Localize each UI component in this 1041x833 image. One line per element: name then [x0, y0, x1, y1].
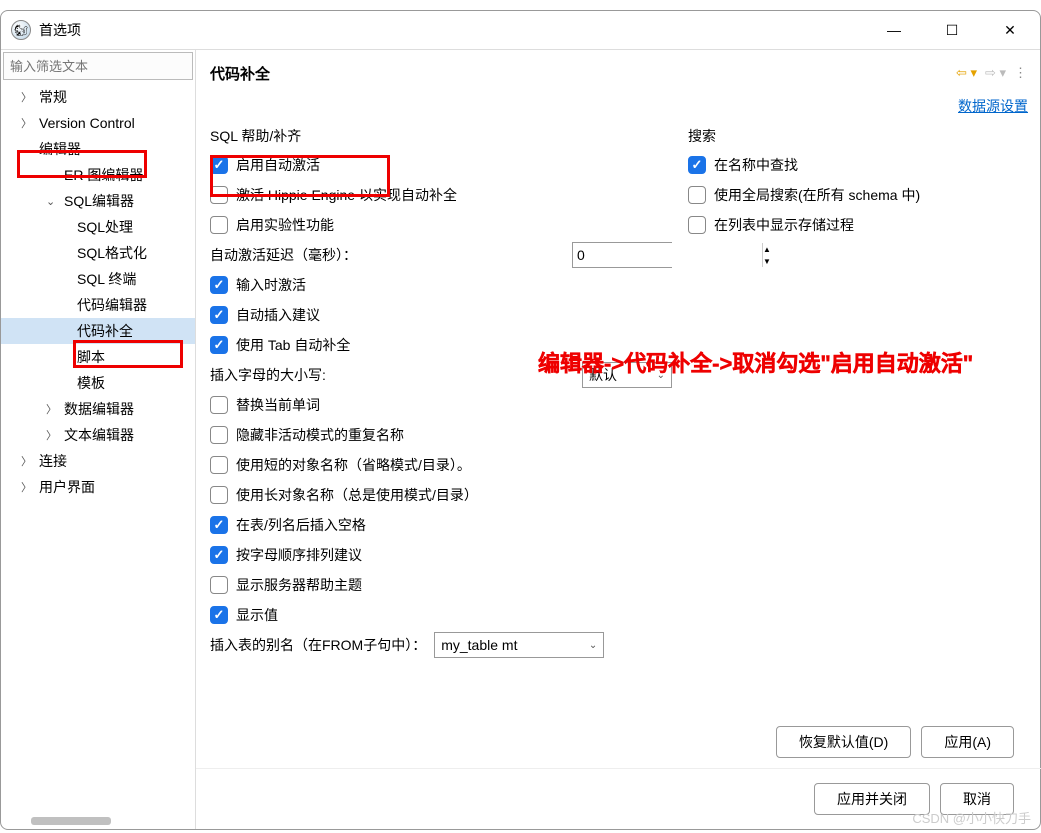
delay-input[interactable]: ▲▼: [572, 242, 672, 268]
case-select[interactable]: 默认⌄: [582, 362, 672, 388]
datasource-link[interactable]: 数据源设置: [958, 98, 1028, 114]
chk-typing[interactable]: [210, 276, 228, 294]
main-panel: 代码补全 ⇦ ▾ ⇨ ▾ ⋮ 数据源设置 SQL 帮助/补齐 启用自动激活 激活…: [196, 50, 1040, 829]
lbl-case: 插入字母的大小写:: [210, 365, 574, 385]
preferences-window: 🐿 首选项 — ☐ ✕ 〉常规 〉Version Control ⌄编辑器 ER…: [0, 10, 1041, 830]
titlebar: 🐿 首选项 — ☐ ✕: [1, 11, 1040, 49]
tree-script[interactable]: 脚本: [1, 344, 195, 370]
chk-search-global[interactable]: [688, 186, 706, 204]
chk-enable-auto[interactable]: [210, 156, 228, 174]
alias-select[interactable]: my_table mt⌄: [434, 632, 604, 658]
watermark: CSDN @小小快刀手: [912, 808, 1031, 827]
lbl-alias: 插入表的别名（在FROM子句中）：: [210, 635, 426, 655]
tree-code-editor[interactable]: 代码编辑器: [1, 292, 195, 318]
sidebar: 〉常规 〉Version Control ⌄编辑器 ER 图编辑器 ⌄SQL编辑…: [1, 50, 196, 829]
tree-ui[interactable]: 〉用户界面: [1, 474, 195, 500]
chk-hippie[interactable]: [210, 186, 228, 204]
chk-replace[interactable]: [210, 396, 228, 414]
apply-button[interactable]: 应用(A): [921, 726, 1014, 758]
chk-experimental[interactable]: [210, 216, 228, 234]
tree-code-complete[interactable]: 代码补全: [1, 318, 195, 344]
chk-server[interactable]: [210, 576, 228, 594]
tree-version-control[interactable]: 〉Version Control: [1, 110, 195, 136]
tree-data-editor[interactable]: 〉数据编辑器: [1, 396, 195, 422]
tree-template[interactable]: 模板: [1, 370, 195, 396]
tree-editor[interactable]: ⌄编辑器: [1, 136, 195, 162]
tree-sql-process[interactable]: SQL处理: [1, 214, 195, 240]
tree-text-editor[interactable]: 〉文本编辑器: [1, 422, 195, 448]
window-controls: — ☐ ✕: [874, 15, 1030, 45]
tree-er[interactable]: ER 图编辑器: [1, 162, 195, 188]
dialog-buttons: 应用并关闭 取消: [210, 773, 1028, 821]
tree-general[interactable]: 〉常规: [1, 84, 195, 110]
chk-search-proc[interactable]: [688, 216, 706, 234]
chevron-down-icon: ⌄: [589, 640, 597, 651]
tree-connection[interactable]: 〉连接: [1, 448, 195, 474]
scrollbar-thumb[interactable]: [31, 817, 111, 825]
filter-input[interactable]: [3, 52, 193, 80]
maximize-button[interactable]: ☐: [932, 15, 972, 45]
app-icon: 🐿: [11, 20, 31, 40]
chk-short[interactable]: [210, 456, 228, 474]
nav-tree: 〉常规 〉Version Control ⌄编辑器 ER 图编辑器 ⌄SQL编辑…: [1, 82, 195, 813]
section-sql: SQL 帮助/补齐: [210, 126, 672, 146]
chk-search-name[interactable]: [688, 156, 706, 174]
page-title: 代码补全: [210, 63, 270, 84]
restore-button[interactable]: 恢复默认值(D): [776, 726, 911, 758]
chk-use-tab[interactable]: [210, 336, 228, 354]
close-button[interactable]: ✕: [990, 15, 1030, 45]
left-column: SQL 帮助/补齐 启用自动激活 激活 Hippie Engine 以实现自动补…: [210, 122, 672, 716]
chk-auto-insert[interactable]: [210, 306, 228, 324]
lbl-delay: 自动激活延迟（毫秒）：: [210, 245, 564, 265]
chk-hide-dup[interactable]: [210, 426, 228, 444]
tree-sql-format[interactable]: SQL格式化: [1, 240, 195, 266]
chk-long[interactable]: [210, 486, 228, 504]
nav-back-icon[interactable]: ⇦ ▾: [956, 65, 977, 81]
tree-sql-editor[interactable]: ⌄SQL编辑器: [1, 188, 195, 214]
nav-forward-icon[interactable]: ⇨ ▾: [985, 65, 1006, 81]
minimize-button[interactable]: —: [874, 15, 914, 45]
chk-sort[interactable]: [210, 546, 228, 564]
settings-buttons: 恢复默认值(D) 应用(A): [210, 716, 1028, 764]
tree-sql-terminal[interactable]: SQL 终端: [1, 266, 195, 292]
right-column: 搜索 在名称中查找 使用全局搜索(在所有 schema 中) 在列表中显示存储过…: [688, 122, 1028, 716]
chevron-down-icon: ⌄: [657, 370, 665, 381]
body: 〉常规 〉Version Control ⌄编辑器 ER 图编辑器 ⌄SQL编辑…: [1, 49, 1040, 829]
window-title: 首选项: [39, 20, 81, 40]
menu-dots-icon[interactable]: ⋮: [1014, 65, 1028, 81]
lbl-enable-auto: 启用自动激活: [236, 155, 320, 175]
chk-space[interactable]: [210, 516, 228, 534]
section-search: 搜索: [688, 126, 1028, 146]
chk-value[interactable]: [210, 606, 228, 624]
